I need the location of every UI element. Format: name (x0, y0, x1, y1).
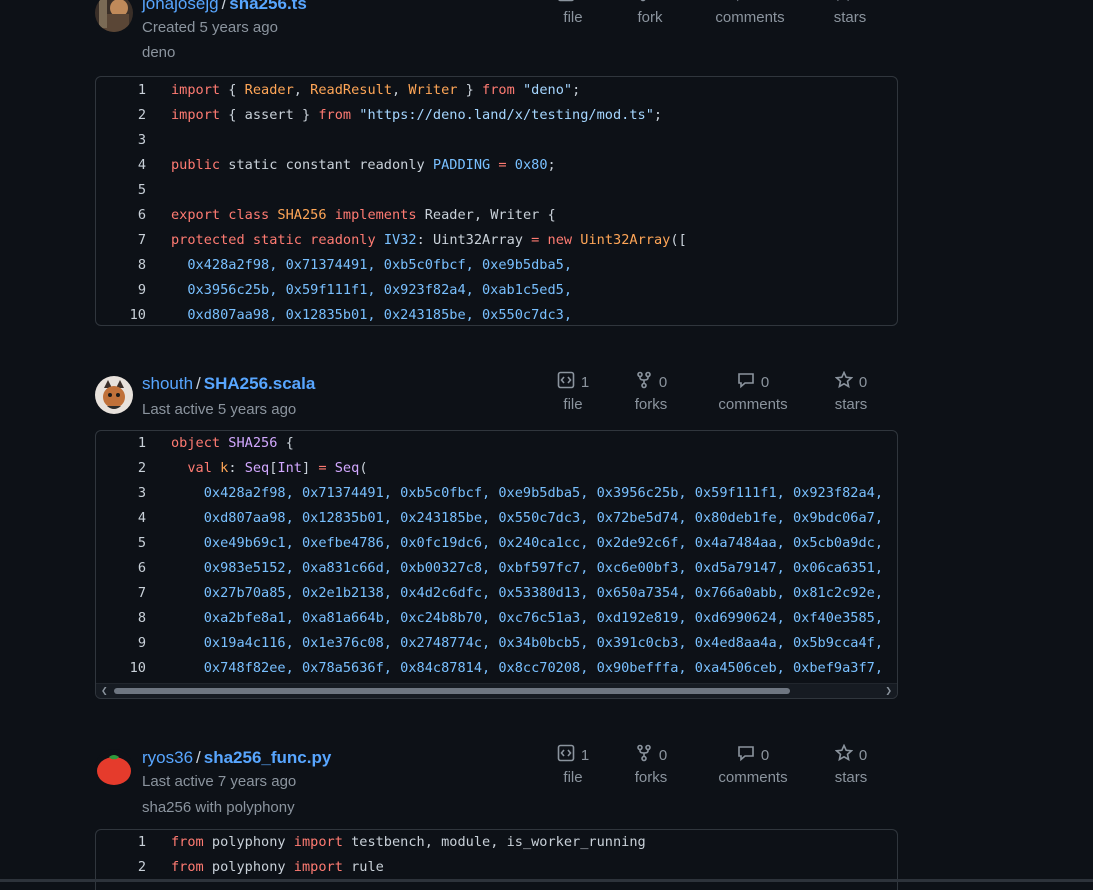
avatar[interactable] (95, 749, 133, 787)
code-line: 10 0x748f82ee, 0x78a5636f, 0x84c87814, 0… (129, 660, 884, 676)
code-line: 2 from polyphony import rule (137, 859, 384, 875)
code-line: 8 0xa2bfe8a1, 0xa81a664b, 0xc24b8b70, 0x… (137, 610, 884, 626)
gist-filename-link[interactable]: sha256.ts (229, 0, 307, 13)
code-line: 1 object SHA256 { (137, 435, 294, 451)
files-stat[interactable]: 1 file (550, 371, 596, 413)
comments-count: 0 (758, 0, 766, 4)
forks-label: forks (634, 396, 668, 413)
scroll-left-icon[interactable]: ❮ (101, 684, 108, 698)
comments-stat[interactable]: 0 comments (713, 372, 793, 413)
code-line: 6 0x983e5152, 0xa831c66d, 0xb00327c8, 0x… (137, 560, 884, 576)
fork-icon (635, 371, 653, 393)
star-icon (834, 743, 854, 766)
stars-stat[interactable]: 0 stars (828, 370, 874, 413)
code-line: 4 0xd807aa98, 0x12835b01, 0x243185be, 0x… (137, 510, 884, 526)
code-line: 2 val k: Seq[Int] = Seq( (137, 460, 368, 476)
forks-count: 1 (658, 0, 666, 4)
comment-icon (737, 371, 755, 393)
code-preview[interactable]: 1 object SHA256 { 2 val k: Seq[Int] = Seq… (95, 430, 898, 699)
gist-owner-link[interactable]: ryos36 (142, 748, 193, 767)
comments-count: 0 (760, 746, 770, 764)
stars-count: 0 (858, 373, 868, 391)
stars-label: stars (834, 396, 868, 413)
gist-owner-link[interactable]: jonajosejg (142, 0, 219, 13)
files-count: 1 (581, 0, 589, 4)
gist-timestamp: Last active 7 years ago (142, 773, 297, 790)
forks-stat[interactable]: 0 forks (625, 744, 677, 786)
star-icon (834, 0, 852, 6)
scroll-right-icon[interactable]: ❯ (885, 684, 892, 698)
files-label: file (563, 769, 583, 786)
gist-description: sha256 with polyphony (142, 799, 295, 816)
gist-filename-link[interactable]: SHA256.scala (204, 374, 316, 393)
path-separator: / (221, 0, 227, 13)
code-line: 7 0x27b70a85, 0x2e1b2138, 0x4d2c6dfc, 0x… (137, 585, 884, 601)
gist-timestamp: Last active 5 years ago (142, 401, 297, 418)
comments-label: comments (718, 396, 788, 413)
path-separator: / (196, 748, 201, 767)
avatar[interactable] (95, 376, 133, 414)
comments-stat[interactable]: 0 comments (710, 0, 790, 26)
avatar[interactable] (95, 0, 133, 32)
stars-stat[interactable]: 0 stars (828, 743, 874, 786)
code-line: 9 0x3956c25b, 0x59f111f1, 0x923f82a4, 0x… (137, 282, 573, 298)
forks-count: 0 (658, 373, 668, 391)
forks-count: 0 (658, 746, 668, 764)
code-line: 5 (137, 182, 146, 198)
horizontal-scrollbar[interactable]: ❮ ❯ (96, 683, 897, 698)
scrollbar-thumb[interactable] (114, 688, 790, 694)
comment-icon (737, 744, 755, 766)
code-line: 1 from polyphony import testbench, module… (137, 834, 646, 850)
forks-stat[interactable]: 0 forks (625, 371, 677, 413)
code-line: 6 export class SHA256 implements Reader, … (137, 207, 556, 223)
files-stat[interactable]: 1 file (550, 0, 596, 26)
code-line: 5 0xe49b69c1, 0xefbe4786, 0x0fc19dc6, 0x… (137, 535, 884, 551)
code-preview[interactable]: 1 import { Reader, ReadResult, Writer } f… (95, 76, 898, 326)
comments-stat[interactable]: 0 comments (713, 745, 793, 786)
code-line: 2 import { assert } from "https://deno.la… (137, 107, 663, 123)
code-square-icon (557, 744, 575, 766)
path-separator: / (196, 374, 201, 393)
code-line: 9 0x19a4c116, 0x1e376c08, 0x2748774c, 0x… (137, 635, 884, 651)
stars-count: 0 (858, 746, 868, 764)
files-stat[interactable]: 1 file (550, 744, 596, 786)
comments-count: 0 (760, 373, 770, 391)
code-line: 1 import { Reader, ReadResult, Writer } f… (137, 82, 581, 98)
code-line: 3 (137, 132, 146, 148)
code-line: 7 protected static readonly IV32: Uint32A… (137, 232, 687, 248)
stars-count: 0 (858, 0, 866, 4)
stars-label: stars (834, 769, 868, 786)
forks-label: fork (637, 9, 663, 26)
code-square-icon (557, 0, 575, 6)
stars-stat[interactable]: 0 stars (827, 0, 873, 26)
code-line: 3 0x428a2f98, 0x71374491, 0xb5c0fbcf, 0x… (137, 485, 884, 501)
files-label: file (563, 9, 583, 26)
fork-icon (635, 744, 653, 766)
forks-stat[interactable]: 1 fork (625, 0, 675, 26)
files-count: 1 (580, 373, 590, 391)
files-count: 1 (580, 746, 590, 764)
code-line: 10 0xd807aa98, 0x12835b01, 0x243185be, 0… (129, 307, 573, 323)
gist-filename-link[interactable]: sha256_func.py (204, 748, 332, 767)
fork-icon (634, 0, 652, 6)
gist-timestamp: Created 5 years ago (142, 19, 278, 36)
comments-label: comments (715, 9, 785, 26)
files-label: file (563, 396, 583, 413)
comment-icon (734, 0, 752, 6)
code-line: 4 public static constant readonly PADDING… (137, 157, 556, 173)
gist-description: deno (142, 44, 176, 61)
forks-label: forks (634, 769, 668, 786)
gist-owner-link[interactable]: shouth (142, 374, 193, 393)
comments-label: comments (718, 769, 788, 786)
code-square-icon (557, 371, 575, 393)
stars-label: stars (833, 9, 867, 26)
star-icon (834, 370, 854, 393)
code-line: 8 0x428a2f98, 0x71374491, 0xb5c0fbcf, 0x… (137, 257, 573, 273)
